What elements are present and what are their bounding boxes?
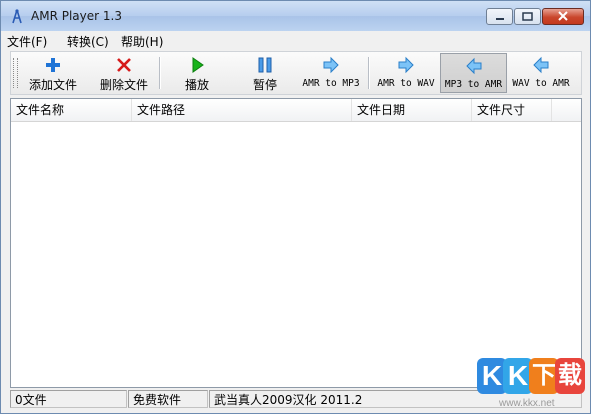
close-button[interactable] — [542, 8, 584, 25]
watermark-url: www.kkx.net — [499, 398, 555, 409]
arrow-right-icon — [397, 56, 415, 74]
column-header-path[interactable]: 文件路径 — [132, 99, 352, 121]
menu-bar: 文件(F) 转换(C) 帮助(H) — [1, 31, 590, 50]
play-label: 播放 — [184, 78, 209, 92]
maximize-icon — [522, 10, 533, 24]
column-header-size[interactable]: 文件尺寸 — [472, 99, 552, 121]
toolbar-separator — [159, 57, 161, 89]
wav-to-amr-label: WAV to AMR — [512, 78, 570, 89]
toolbar-grip[interactable] — [13, 58, 18, 88]
amr-to-mp3-button[interactable]: AMR to MP3 — [298, 53, 364, 93]
watermark-letter: 载 — [555, 358, 585, 394]
pause-button[interactable]: 暂停 — [237, 53, 293, 93]
status-license: 免费软件 — [128, 390, 208, 408]
amr-to-wav-button[interactable]: AMR to WAV — [373, 53, 439, 93]
toolbar-separator — [368, 57, 370, 89]
add-file-button[interactable]: 添加文件 — [23, 53, 83, 93]
app-logo-icon — [10, 9, 24, 25]
play-icon — [188, 56, 206, 74]
app-window: AMR Player 1.3 文件(F) 转换(C) 帮助(H) 添加文件 删除… — [0, 0, 591, 414]
wav-to-amr-button[interactable]: WAV to AMR — [508, 53, 574, 93]
status-file-count: 0文件 — [10, 390, 127, 408]
delete-file-button[interactable]: 删除文件 — [93, 53, 155, 93]
arrow-right-icon — [322, 56, 340, 74]
pause-icon — [256, 56, 274, 74]
delete-file-label: 删除文件 — [99, 78, 148, 92]
list-header: 文件名称 文件路径 文件日期 文件尺寸 — [11, 99, 581, 122]
menu-file[interactable]: 文件(F) — [7, 33, 47, 50]
title-bar[interactable]: AMR Player 1.3 — [1, 1, 590, 31]
minimize-icon — [495, 10, 505, 24]
menu-convert[interactable]: 转换(C) — [67, 33, 109, 50]
add-file-label: 添加文件 — [28, 78, 77, 92]
maximize-button[interactable] — [514, 8, 541, 25]
amr-to-wav-label: AMR to WAV — [377, 78, 435, 89]
toolbar: 添加文件 删除文件 播放 暂停 AMR to MP3 AMR to WAV MP… — [10, 51, 582, 95]
delete-x-icon — [115, 56, 133, 74]
minimize-button[interactable] — [486, 8, 513, 25]
arrow-left-icon — [532, 56, 550, 74]
menu-help[interactable]: 帮助(H) — [121, 33, 163, 50]
pause-label: 暂停 — [252, 78, 277, 92]
arrow-left-icon — [465, 57, 483, 75]
plus-icon — [44, 56, 62, 74]
column-header-name[interactable]: 文件名称 — [11, 99, 132, 121]
play-button[interactable]: 播放 — [171, 53, 223, 93]
watermark-logo: K K 下 载 www.kkx.net — [477, 358, 587, 412]
column-header-date[interactable]: 文件日期 — [352, 99, 472, 121]
file-list[interactable]: 文件名称 文件路径 文件日期 文件尺寸 — [10, 98, 582, 388]
amr-to-mp3-label: AMR to MP3 — [302, 78, 360, 89]
close-icon — [557, 10, 569, 24]
mp3-to-amr-button[interactable]: MP3 to AMR — [440, 53, 507, 93]
window-title: AMR Player 1.3 — [31, 9, 122, 23]
mp3-to-amr-label: MP3 to AMR — [444, 79, 503, 90]
